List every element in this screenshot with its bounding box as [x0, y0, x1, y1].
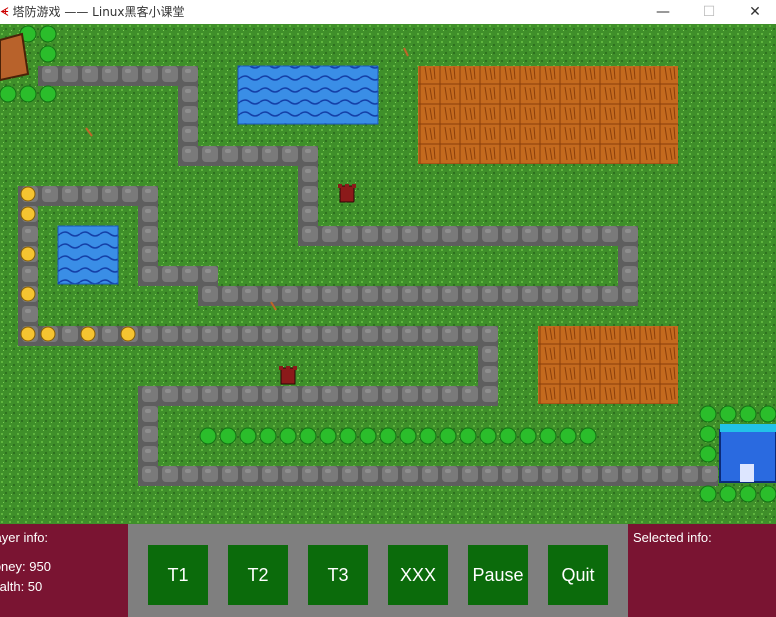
money-readout: Money: 950 [0, 559, 51, 574]
dirt-field [538, 326, 678, 404]
close-button[interactable]: ✕ [732, 0, 776, 24]
t1-button[interactable]: T1 [148, 545, 208, 605]
health-readout: Health: 50 [0, 579, 43, 594]
tent-icon [0, 32, 30, 82]
maximize-button[interactable]: ☐ [686, 0, 732, 24]
window-titlebar: ᗛ 塔防游戏 —— Linux黑客小课堂 — ☐ ✕ [0, 0, 776, 24]
window-title: ᗛ 塔防游戏 —— Linux黑客小课堂 [0, 3, 185, 20]
tower[interactable] [338, 184, 356, 203]
player-info-heading: Player info: [0, 530, 49, 545]
water-pool [237, 65, 379, 125]
tower[interactable] [279, 366, 297, 385]
xxx-button[interactable]: XXX [388, 545, 448, 605]
selected-info-panel: Selected info: [628, 524, 776, 617]
map-canvas[interactable] [0, 24, 776, 524]
window-title-text: 塔防游戏 —— Linux黑客小课堂 [12, 5, 185, 19]
water-pool [57, 225, 119, 285]
player-info-panel: Player info: Money: 950 Health: 50 [0, 524, 128, 617]
dirt-field [418, 66, 678, 164]
minimize-button[interactable]: — [640, 0, 686, 24]
app-icon: ᗛ [0, 5, 9, 19]
pause-button[interactable]: Pause [468, 545, 528, 605]
quit-button[interactable]: Quit [548, 545, 608, 605]
game-map[interactable] [0, 24, 776, 524]
selected-info-heading: Selected info: [633, 530, 712, 545]
t2-button[interactable]: T2 [228, 545, 288, 605]
button-bar: T1 T2 T3 XXX Pause Quit [128, 524, 628, 617]
control-bar: Player info: Money: 950 Health: 50 T1 T2… [0, 524, 776, 617]
t3-button[interactable]: T3 [308, 545, 368, 605]
